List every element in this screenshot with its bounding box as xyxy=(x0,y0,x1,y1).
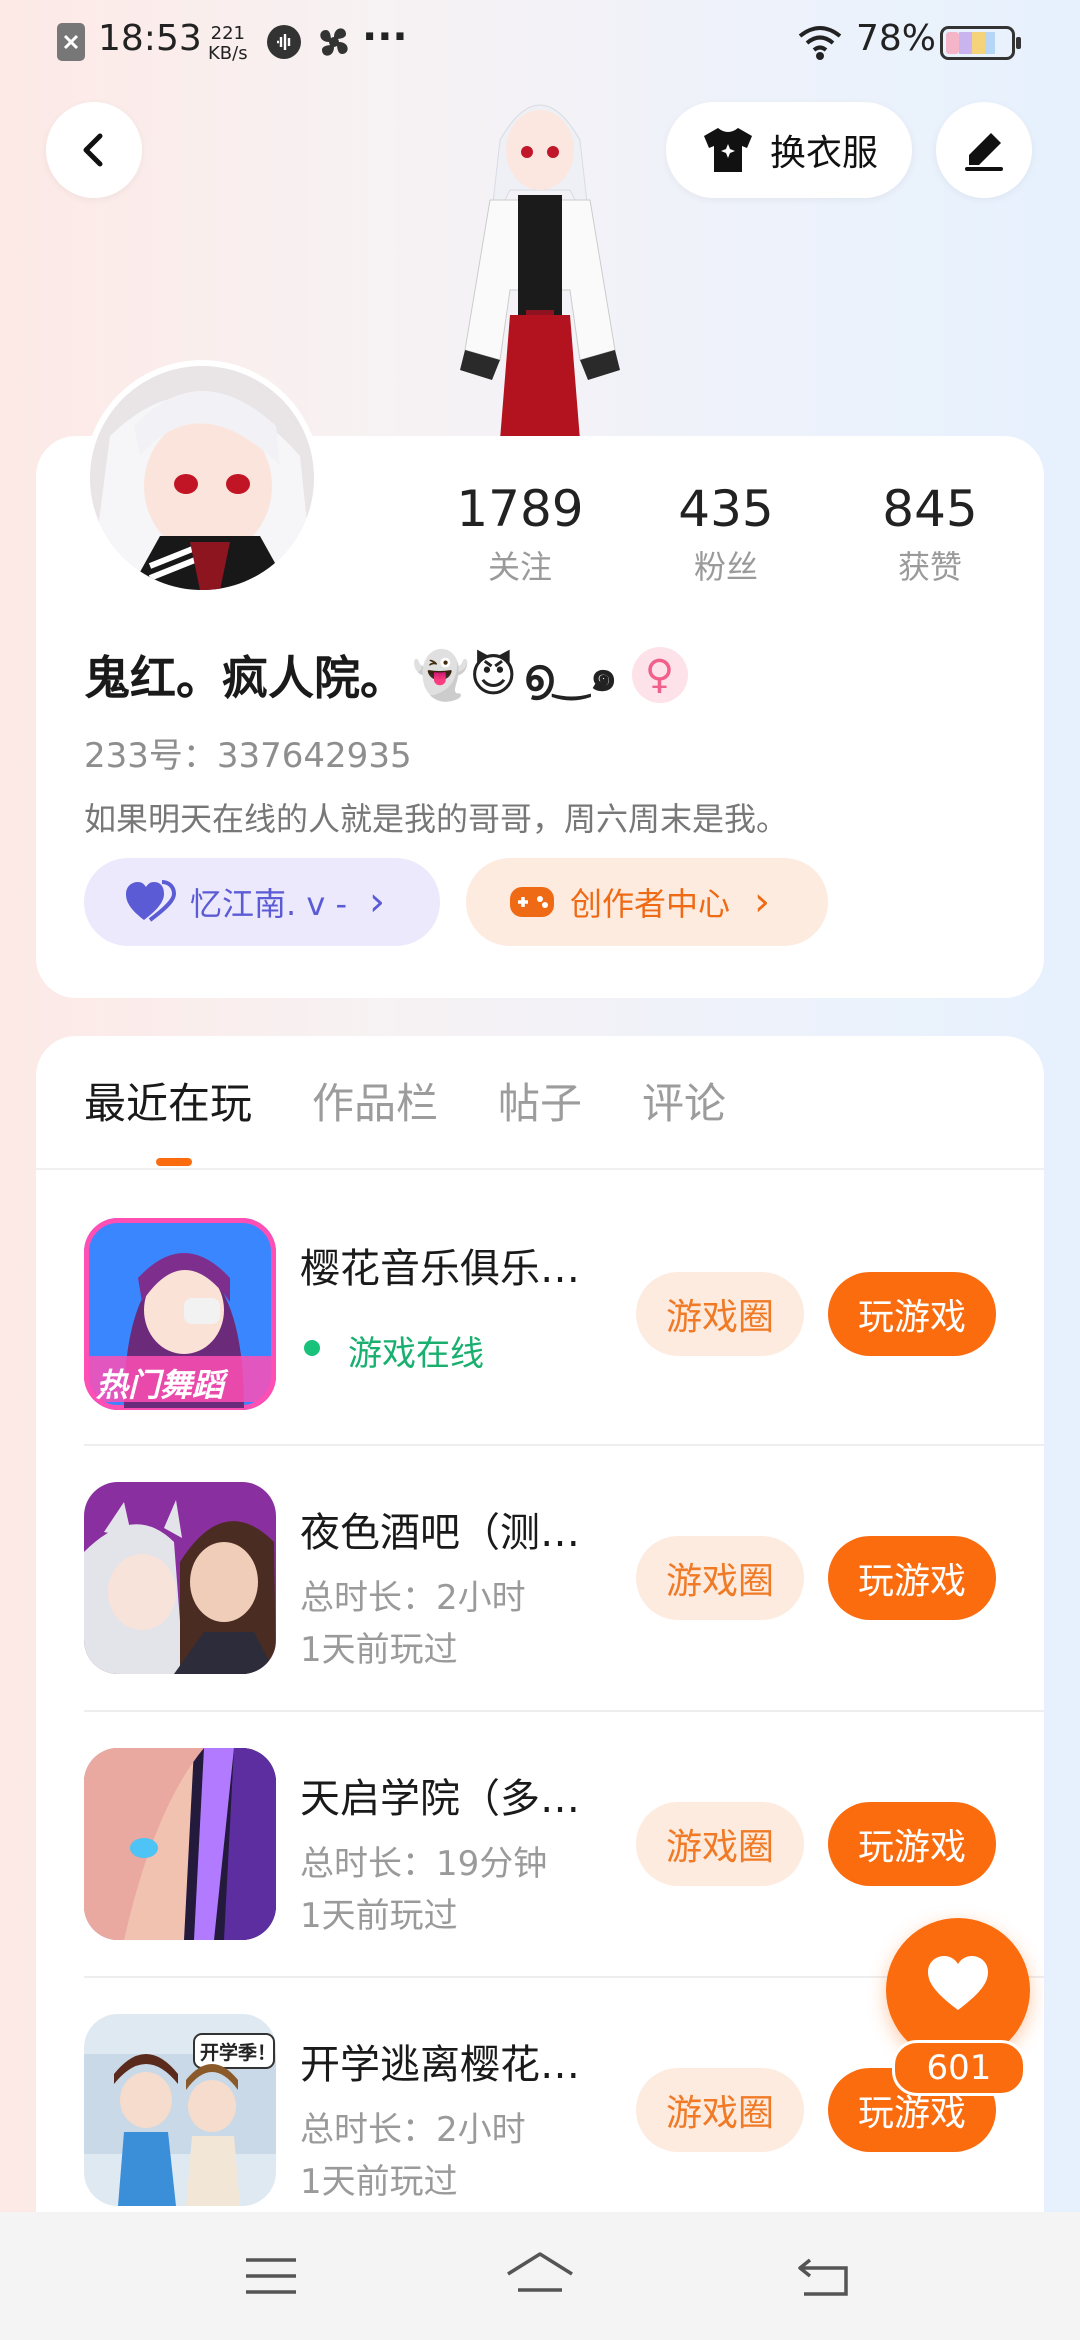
stat-value: 1789 xyxy=(456,480,584,538)
game-cover-badge: 热门舞蹈 xyxy=(96,1366,225,1404)
game-cover-image xyxy=(84,1482,276,1674)
play-game-button[interactable]: 玩游戏 xyxy=(828,1272,996,1356)
row-divider xyxy=(84,1710,1044,1712)
game-circle-button[interactable]: 游戏圈 xyxy=(636,1272,804,1356)
net-speed: 221 KB/s xyxy=(208,24,248,64)
game-thumbnail xyxy=(84,1482,276,1674)
like-count: 601 xyxy=(892,2040,1026,2096)
profile-name: 鬼红。疯人院。 xyxy=(84,651,406,705)
game-title: 樱花音乐俱乐… xyxy=(300,1246,580,1292)
tab-bar: 最近在玩 作品栏 帖子 评论 xyxy=(84,1070,726,1131)
play-game-button[interactable]: 玩游戏 xyxy=(828,1802,996,1886)
game-last-played: 1天前玩过 xyxy=(300,2162,458,2202)
name-kaomoji: ൭‿๑ xyxy=(523,650,618,701)
tab-recently-played[interactable]: 最近在玩 xyxy=(84,1070,252,1131)
stat-following[interactable]: 1789 关注 xyxy=(440,480,600,588)
net-speed-unit: KB/s xyxy=(208,43,248,64)
tab-active-indicator xyxy=(156,1158,192,1166)
game-title: 夜色酒吧（测… xyxy=(300,1510,580,1556)
online-dot-icon xyxy=(304,1340,320,1356)
back-button[interactable] xyxy=(46,102,142,198)
avatar[interactable] xyxy=(90,366,314,590)
game-title: 天启学院（多… xyxy=(300,1776,580,1822)
game-online-status: 游戏在线 xyxy=(348,1334,484,1374)
play-game-button[interactable]: 玩游戏 xyxy=(828,1536,996,1620)
tshirt-icon xyxy=(703,128,752,172)
tab-divider xyxy=(36,1168,1044,1170)
tab-comments[interactable]: 评论 xyxy=(642,1070,726,1131)
heart-pair-icon xyxy=(126,880,176,922)
game-cover-image xyxy=(84,1748,276,1940)
pencil-icon xyxy=(965,133,1003,171)
gamepad-icon xyxy=(510,887,554,917)
notification-icon xyxy=(57,23,85,61)
game-playtime: 总时长：2小时 xyxy=(300,1578,526,1618)
character-3d-figure xyxy=(460,104,620,440)
stat-value: 845 xyxy=(882,480,978,538)
status-bar: 18:53 221 KB/s ··· 78% xyxy=(0,0,1080,90)
net-speed-value: 221 xyxy=(210,23,245,44)
game-playtime: 总时长：2小时 xyxy=(300,2110,526,2150)
avatar-frame xyxy=(84,360,320,596)
name-emojis: 👻😈 xyxy=(412,647,518,702)
row-divider xyxy=(84,1444,1044,1446)
home-icon[interactable] xyxy=(504,2250,576,2300)
female-icon: ♀ xyxy=(631,647,688,703)
bio: 如果明天在线的人就是我的哥哥，周六周末是我。 xyxy=(84,800,789,838)
wifi-icon xyxy=(798,26,842,60)
stat-likes[interactable]: 845 获赞 xyxy=(850,480,1010,588)
game-row[interactable]: 夜色酒吧（测… 总时长：2小时 1天前玩过 游戏圈 玩游戏 xyxy=(84,1482,1044,1674)
chevron-right-icon: › xyxy=(369,879,386,925)
voice-app-icon xyxy=(267,25,301,59)
stat-fans[interactable]: 435 粉丝 xyxy=(646,480,806,588)
game-thumbnail xyxy=(84,1748,276,1940)
change-outfit-button[interactable]: 换衣服 xyxy=(666,102,912,198)
game-row[interactable]: 开学季！ 开学逃离樱花… 总时长：2小时 1天前玩过 游戏圈 玩游戏 xyxy=(84,2014,1044,2206)
status-time: 18:53 xyxy=(98,18,202,59)
game-row[interactable]: 热门舞蹈 樱花音乐俱乐… 游戏在线 游戏圈 玩游戏 xyxy=(84,1218,1044,1410)
chevron-left-icon xyxy=(83,133,103,167)
status-more: ··· xyxy=(362,14,408,60)
change-outfit-label: 换衣服 xyxy=(769,133,878,174)
game-cover-badge: 开学季！ xyxy=(200,2042,276,2064)
avatar-image xyxy=(90,366,314,590)
profile-name-row: 鬼红。疯人院。 👻😈 ൭‿๑ ♀ xyxy=(84,640,688,710)
partner-name: 忆江南. v - xyxy=(190,885,348,923)
game-title: 开学逃离樱花… xyxy=(300,2042,580,2088)
game-last-played: 1天前玩过 xyxy=(300,1630,458,1670)
stat-label: 关注 xyxy=(487,548,552,586)
tab-works[interactable]: 作品栏 xyxy=(312,1070,438,1131)
stat-value: 435 xyxy=(678,480,774,538)
back-nav-icon[interactable] xyxy=(796,2254,852,2298)
game-thumbnail: 热门舞蹈 xyxy=(84,1218,276,1410)
game-last-played: 1天前玩过 xyxy=(300,1896,458,1936)
battery-percent: 78% xyxy=(856,18,937,59)
battery-icon xyxy=(940,26,1021,60)
game-circle-button[interactable]: 游戏圈 xyxy=(636,1536,804,1620)
game-thumbnail: 开学季！ xyxy=(84,2014,276,2206)
creator-center-chip[interactable]: 创作者中心 › xyxy=(466,858,828,946)
creator-center-label: 创作者中心 xyxy=(570,885,731,923)
partner-chip[interactable]: 忆江南. v - › xyxy=(84,858,440,946)
user-id: 233号：337642935 xyxy=(84,736,412,776)
fan-app-icon xyxy=(320,28,348,56)
game-row[interactable]: 天启学院（多… 总时长：19分钟 1天前玩过 游戏圈 玩游戏 xyxy=(84,1748,1044,1940)
heart-icon xyxy=(928,1956,988,2010)
game-circle-button[interactable]: 游戏圈 xyxy=(636,2068,804,2152)
menu-icon[interactable] xyxy=(244,2256,298,2296)
stat-label: 获赞 xyxy=(897,548,962,586)
system-nav-bar xyxy=(0,2212,1080,2340)
game-playtime: 总时长：19分钟 xyxy=(300,1844,548,1884)
tab-posts[interactable]: 帖子 xyxy=(498,1070,582,1131)
stat-label: 粉丝 xyxy=(693,548,758,586)
edit-profile-button[interactable] xyxy=(936,102,1032,198)
chevron-right-icon: › xyxy=(754,879,771,925)
game-circle-button[interactable]: 游戏圈 xyxy=(636,1802,804,1886)
